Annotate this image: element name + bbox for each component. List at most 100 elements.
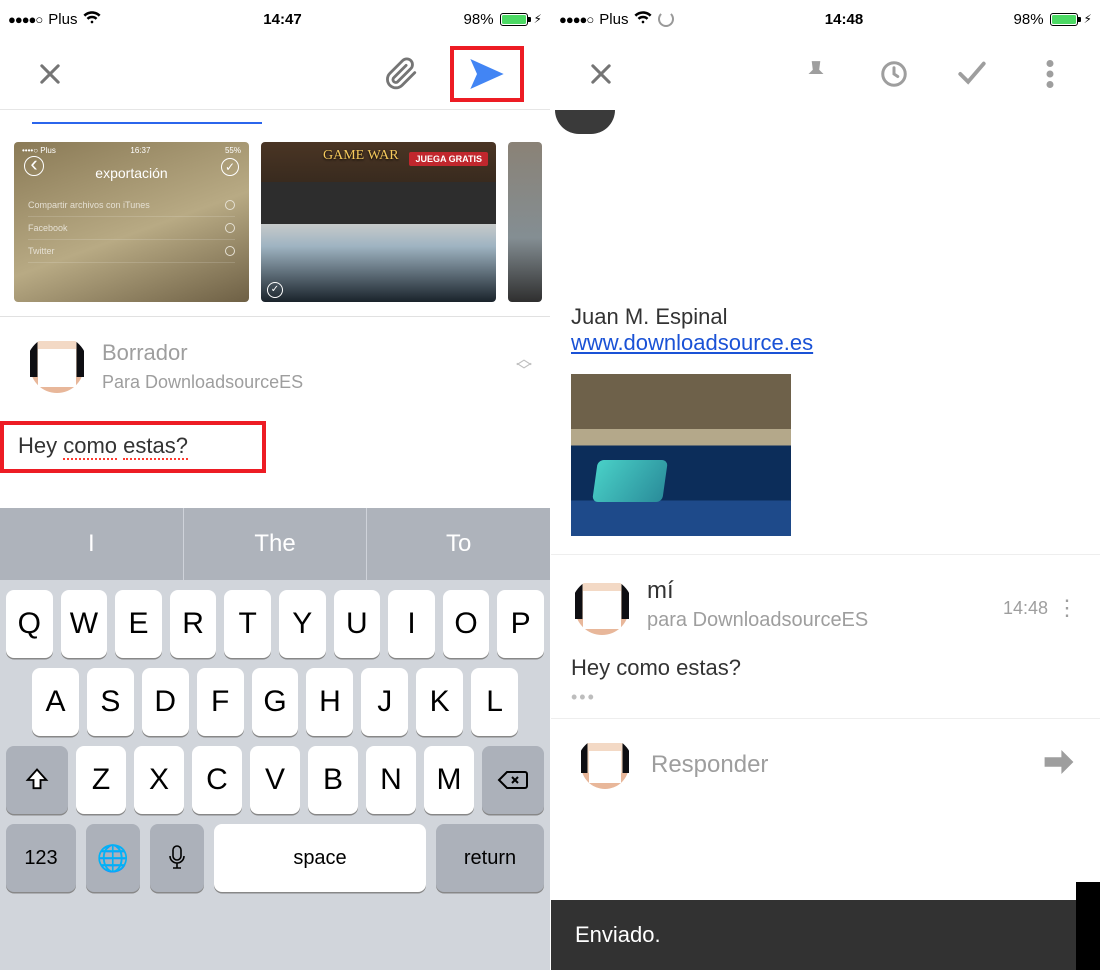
key[interactable]: K (416, 668, 463, 736)
key[interactable]: G (252, 668, 299, 736)
clock-label: 14:48 (825, 11, 863, 28)
compose-toolbar (0, 38, 550, 110)
suggestion[interactable]: The (184, 508, 368, 580)
more-button[interactable] (1026, 50, 1074, 98)
charging-icon: ⚡︎ (1084, 12, 1092, 26)
send-button[interactable] (450, 46, 524, 102)
recipient-line: para DownloadsourceES (647, 609, 989, 632)
battery-pct: 98% (464, 11, 494, 28)
key[interactable]: Z (76, 746, 126, 814)
key[interactable]: H (306, 668, 353, 736)
attachment-strip[interactable]: ••••○ Plus16:3755% exportación Compartir… (0, 136, 550, 317)
carrier-label: Plus (48, 11, 77, 28)
message-more-icon[interactable]: ⋮ (1056, 603, 1078, 613)
key[interactable]: A (32, 668, 79, 736)
key[interactable]: D (142, 668, 189, 736)
thumb-game-label: GAME WAR (323, 148, 399, 164)
signature-name: Juan M. Espinal (571, 304, 1100, 330)
ios-keyboard: I The To Q W E R T Y U I O P A S D F (0, 508, 550, 970)
clock-label: 14:47 (263, 11, 301, 28)
message-body-input[interactable]: Hey como estas? (0, 421, 266, 473)
avatar (571, 577, 633, 639)
reply-row[interactable]: Responder (551, 718, 1100, 811)
reply-arrow-icon[interactable] (1044, 750, 1074, 781)
message-word: estas? (123, 433, 188, 460)
toast-text: Enviado. (575, 922, 661, 948)
suggestion-bar: I The To (0, 508, 550, 580)
suggestion[interactable]: I (0, 508, 184, 580)
battery-icon (500, 13, 528, 26)
previous-avatar-sliver (555, 110, 615, 134)
status-bar: ●●●●○ Plus 14:48 98% ⚡︎ (551, 0, 1100, 38)
globe-key[interactable]: 🌐 (86, 824, 140, 892)
thumb-selected-icon: ✓ (267, 282, 283, 298)
attachment-thumb[interactable]: GAME WAR JUEGA GRATIS ✓ (261, 142, 496, 302)
key[interactable]: P (497, 590, 544, 658)
key[interactable]: L (471, 668, 518, 736)
message-word: como (63, 433, 117, 460)
shift-key[interactable] (6, 746, 68, 814)
pin-button[interactable] (792, 50, 840, 98)
avatar (26, 335, 88, 397)
close-button[interactable] (26, 50, 74, 98)
draft-recipient: Para DownloadsourceES (102, 372, 502, 393)
signature-block: Juan M. Espinal www.downloadsource.es (571, 304, 1100, 356)
key[interactable]: S (87, 668, 134, 736)
signal-dots: ●●●●○ (559, 12, 593, 27)
suggestion[interactable]: To (367, 508, 550, 580)
key[interactable]: Y (279, 590, 326, 658)
charging-icon: ⚡︎ (534, 12, 542, 26)
message-word: Hey (18, 433, 57, 458)
key[interactable]: T (224, 590, 271, 658)
numeric-key[interactable]: 123 (6, 824, 76, 892)
avatar (577, 737, 633, 793)
status-bar: ●●●●○ Plus 14:47 98% ⚡︎ (0, 0, 550, 38)
key[interactable]: B (308, 746, 358, 814)
message-body: Hey como estas? (551, 639, 1100, 687)
expand-toggle-icon[interactable]: ︿﹀ (516, 355, 532, 377)
key[interactable]: X (134, 746, 184, 814)
key[interactable]: O (443, 590, 490, 658)
snooze-button[interactable] (870, 50, 918, 98)
wifi-icon (83, 11, 101, 27)
key[interactable]: R (170, 590, 217, 658)
battery-pct: 98% (1014, 11, 1044, 28)
draft-title: Borrador (102, 340, 502, 366)
close-button[interactable] (577, 50, 625, 98)
key[interactable]: F (197, 668, 244, 736)
key[interactable]: V (250, 746, 300, 814)
subject-underline (32, 122, 262, 124)
thumb-title: exportación (14, 160, 249, 186)
attachment-thumb[interactable]: ••••○ Plus16:3755% exportación Compartir… (14, 142, 249, 302)
key[interactable]: Q (6, 590, 53, 658)
message-time: 14:48 (1003, 598, 1048, 619)
done-button[interactable] (948, 50, 996, 98)
toast-handle (1076, 882, 1100, 970)
attach-button[interactable] (378, 50, 426, 98)
draft-header[interactable]: Borrador Para DownloadsourceES ︿﹀ (0, 317, 550, 409)
return-key[interactable]: return (436, 824, 544, 892)
key[interactable]: J (361, 668, 408, 736)
key[interactable]: I (388, 590, 435, 658)
key[interactable]: W (61, 590, 108, 658)
key[interactable]: M (424, 746, 474, 814)
inline-image[interactable] (571, 374, 791, 536)
attachment-thumb[interactable] (508, 142, 542, 302)
mic-key[interactable] (150, 824, 204, 892)
thumb-cta-label: JUEGA GRATIS (409, 152, 488, 166)
space-key[interactable]: space (214, 824, 426, 892)
key[interactable]: E (115, 590, 162, 658)
key[interactable]: U (334, 590, 381, 658)
sent-toast: Enviado. (551, 900, 1076, 970)
quoted-toggle[interactable]: ••• (551, 687, 1100, 718)
key[interactable]: N (366, 746, 416, 814)
sender-name: mí (647, 577, 989, 605)
signal-dots: ●●●●○ (8, 12, 42, 27)
backspace-key[interactable] (482, 746, 544, 814)
loading-spinner-icon (658, 11, 674, 27)
message-header[interactable]: mí para DownloadsourceES 14:48 ⋮ (551, 554, 1100, 639)
signature-link[interactable]: www.downloadsource.es (571, 330, 813, 355)
battery-icon (1050, 13, 1078, 26)
key[interactable]: C (192, 746, 242, 814)
thread-toolbar (551, 38, 1100, 110)
